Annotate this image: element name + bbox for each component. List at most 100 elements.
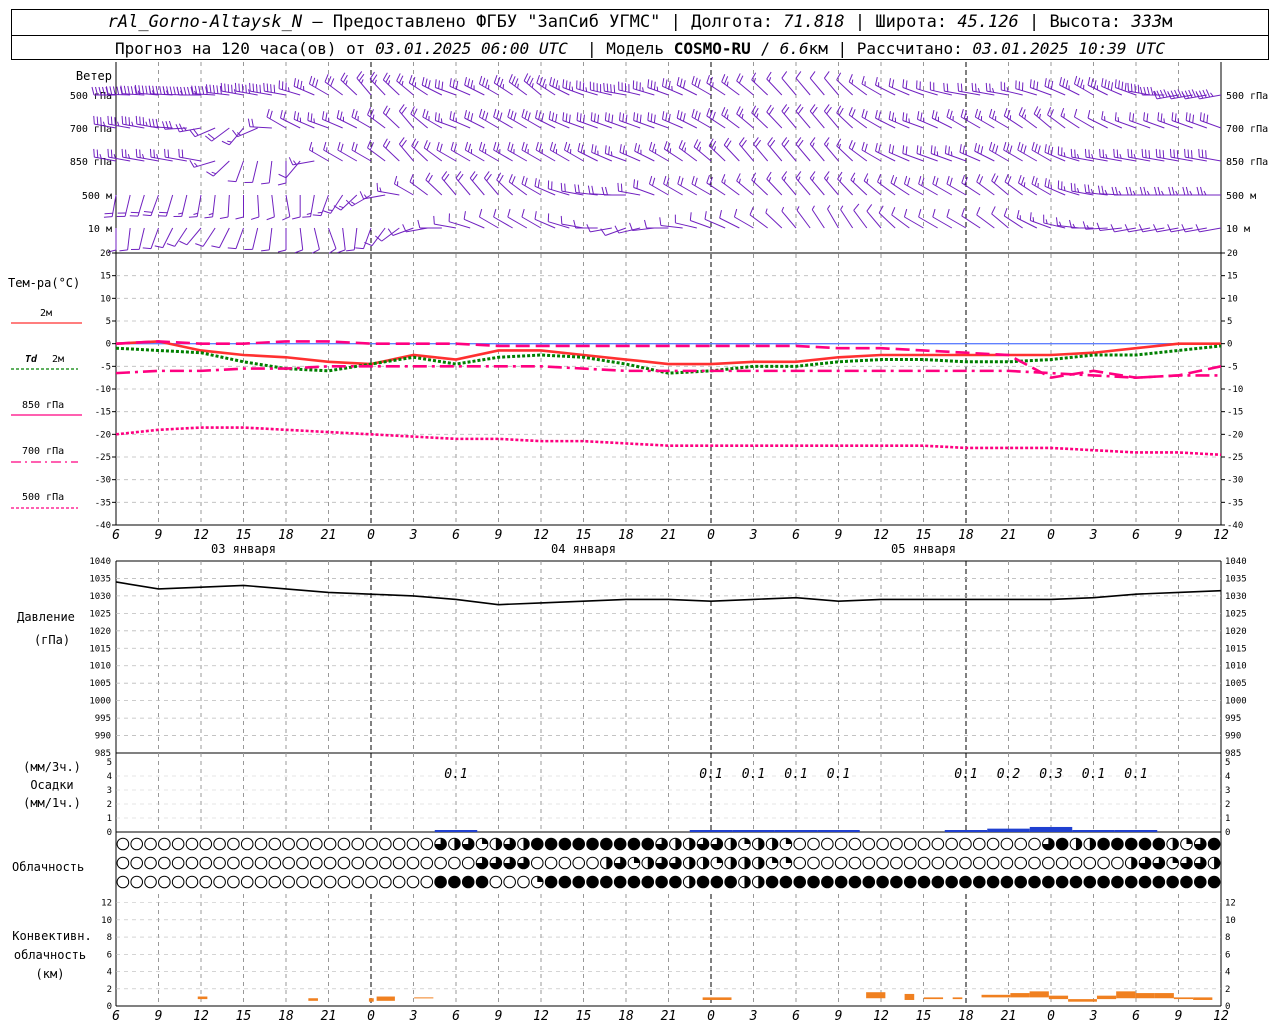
wind-barb-feather — [576, 112, 579, 121]
wind-barb-feather — [1121, 81, 1124, 90]
cloud-symbol — [669, 837, 682, 851]
precip-value-label: 0.3 — [1039, 767, 1062, 782]
wind-barb-feather — [227, 247, 237, 250]
wind-barb — [749, 207, 768, 229]
wind-barb-feather — [130, 86, 134, 95]
wind-barb-feather — [781, 104, 788, 112]
wind-barb-shaft — [252, 227, 259, 250]
conv-xtick-label: 6 — [792, 1009, 800, 1024]
cloud-symbol — [1028, 875, 1041, 889]
cloud-symbol — [779, 875, 793, 889]
temp-ytick-left: 0 — [106, 340, 111, 350]
wind-barb-feather — [204, 216, 213, 219]
wind-barb — [706, 107, 726, 129]
cloud-symbol — [959, 875, 972, 889]
wind-barb-feather — [293, 111, 296, 120]
cloud-outline — [420, 875, 434, 889]
wind-barb-feather — [1192, 114, 1195, 123]
cloud-symbol — [1152, 856, 1166, 870]
wind-barb-feather — [606, 83, 609, 92]
wind-barb-feather — [949, 177, 953, 186]
wind-barb-feather — [220, 82, 223, 92]
cloud-outline — [379, 837, 392, 851]
wind-barb-feather — [738, 178, 741, 184]
cloud-symbol — [1124, 856, 1138, 870]
wind-barb-feather — [902, 112, 905, 121]
wind-barb-feather — [949, 110, 953, 119]
wind-barb-shaft — [823, 77, 839, 96]
wind-barb-feather — [164, 148, 166, 158]
wind-barb-feather — [521, 208, 525, 218]
wind-barb-feather — [668, 80, 671, 90]
temp-ytick-left: 5 — [106, 317, 111, 327]
conv-xtick-label: 21 — [1001, 1009, 1017, 1024]
wind-barb-feather — [247, 118, 251, 127]
wind-barb-feather — [812, 106, 818, 115]
cloud-symbol — [724, 875, 737, 889]
cloud-symbol — [379, 837, 392, 851]
wind-barb-feather — [768, 107, 775, 115]
wind-barb-feather — [278, 173, 287, 179]
cloud-fill-sector — [1186, 838, 1193, 844]
wind-barb-feather — [1063, 113, 1065, 118]
temp-day-label: 03 января — [211, 542, 276, 556]
wind-barb — [464, 76, 485, 96]
cloud-outline — [530, 856, 544, 870]
wind-barb-feather — [181, 149, 184, 158]
wind-barb-feather — [1034, 143, 1038, 152]
cloud-symbol — [1069, 837, 1083, 851]
wind-barb-feather — [943, 82, 945, 92]
cloud-outline — [461, 856, 475, 870]
wind-barb-shaft — [618, 227, 641, 234]
conv-bar — [308, 998, 318, 1001]
wind-barb-shaft — [235, 160, 244, 182]
temp-ytick-left: -35 — [95, 498, 111, 508]
cloud-outline — [309, 856, 323, 870]
wind-barb-feather — [198, 85, 201, 95]
cloud-outline — [917, 837, 931, 851]
cloud-fill-sector — [689, 838, 696, 850]
wind-barb — [1073, 108, 1094, 129]
wind-barb — [382, 105, 400, 129]
cloud-full — [807, 875, 820, 889]
cloud-symbol — [489, 875, 503, 889]
wind-barb-feather — [838, 107, 844, 116]
wind-barb-feather — [552, 78, 556, 87]
wind-barb-feather — [1143, 186, 1147, 196]
cloud-outline — [365, 856, 378, 870]
wind-barb — [232, 127, 258, 138]
cloud-full — [600, 837, 613, 851]
wind-barb-feather — [521, 108, 525, 118]
conv-bar — [368, 998, 374, 1002]
cloud-symbol — [572, 856, 586, 870]
cloud-outline — [890, 856, 903, 870]
wind-barb-feather — [902, 79, 905, 88]
wind-barb — [261, 227, 273, 252]
cloud-symbol — [807, 856, 820, 870]
wind-barb-feather — [840, 205, 844, 210]
conv-xtick-label: 15 — [576, 1009, 592, 1024]
cloud-outline — [434, 856, 447, 870]
wind-barb-feather — [452, 112, 456, 121]
wind-barb-feather — [1087, 76, 1091, 86]
cloud-fill-sector — [675, 838, 682, 850]
wind-barb-feather — [152, 118, 155, 128]
precip-value-label: 0.1 — [954, 767, 977, 782]
wind-barb-feather — [142, 247, 152, 250]
wind-barb-feather — [1104, 79, 1107, 88]
pressure-unit: (гПа) — [34, 633, 70, 647]
cloud-outline — [1042, 856, 1055, 870]
wind-barb-feather — [1143, 112, 1146, 121]
wind-barb-feather — [608, 113, 610, 122]
wind-barb-feather — [633, 112, 636, 121]
cloud-symbol — [185, 875, 199, 889]
wind-barb-feather — [1127, 82, 1129, 92]
wind-barb-feather — [604, 112, 607, 121]
wind-barb-feather — [936, 151, 939, 156]
wind-barb-feather — [960, 83, 963, 92]
wind-barb-feather — [135, 115, 138, 125]
wind-barb-feather — [121, 148, 124, 158]
wind-barb-feather — [312, 214, 322, 217]
wind-barb — [1073, 75, 1094, 96]
cloud-symbol — [641, 856, 655, 870]
